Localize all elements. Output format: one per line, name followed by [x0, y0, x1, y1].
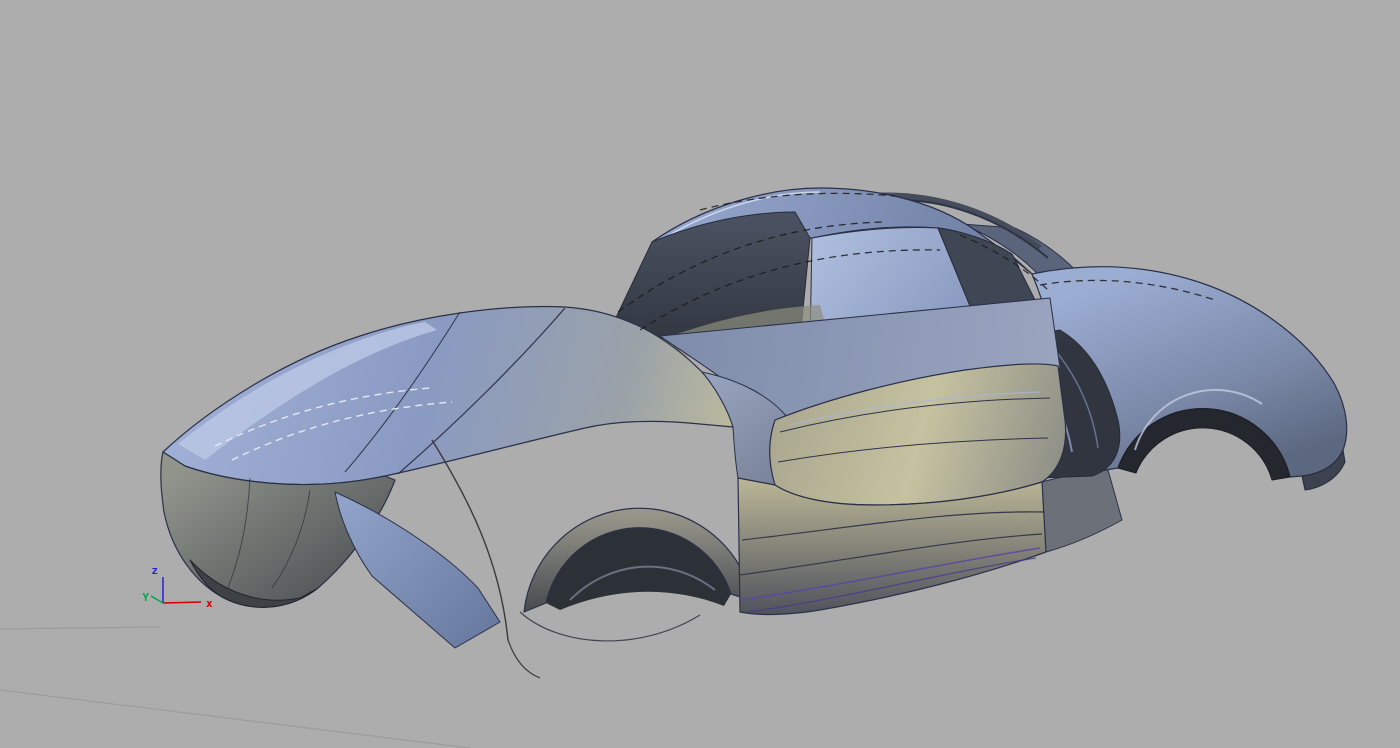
x-axis-line — [163, 602, 201, 603]
cad-3d-viewport[interactable]: z Y x — [0, 0, 1400, 748]
z-axis-label: z — [151, 564, 158, 577]
y-axis-label: Y — [142, 591, 149, 604]
x-axis-label: x — [206, 597, 213, 610]
